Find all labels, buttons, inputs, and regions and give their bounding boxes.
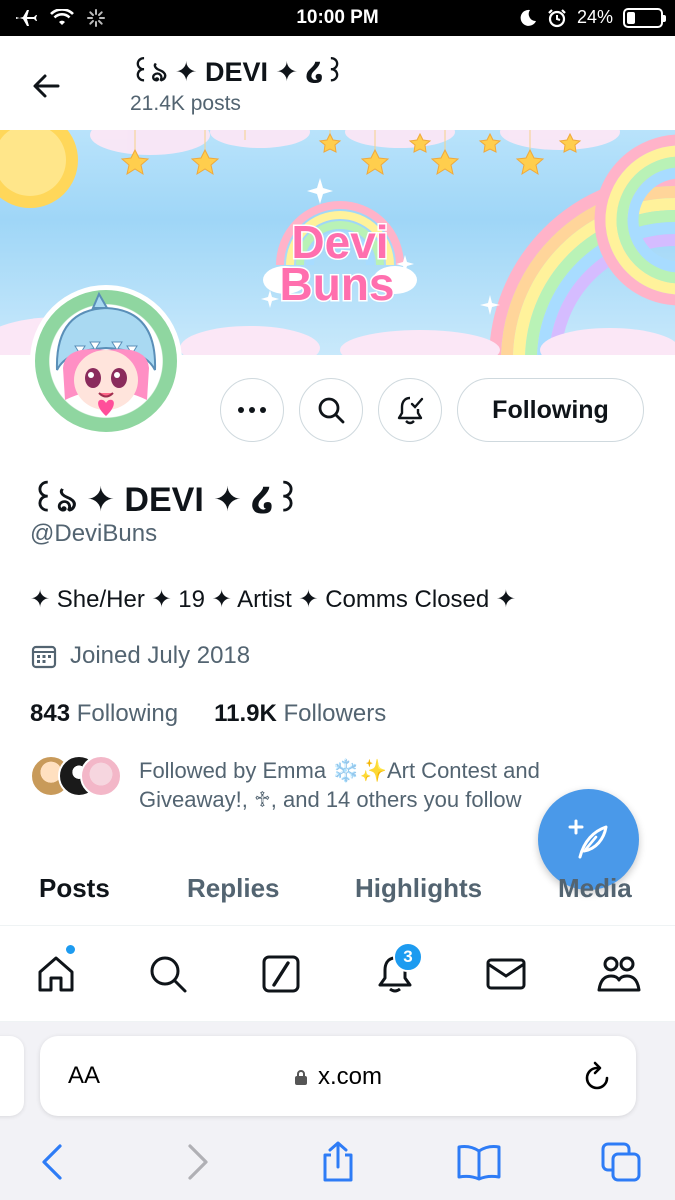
reload-icon (585, 1061, 609, 1090)
search-icon (150, 956, 187, 993)
followers-label: Followers (283, 700, 387, 727)
nav-messages[interactable] (481, 949, 531, 999)
lock-icon (294, 1070, 307, 1085)
notify-button[interactable] (378, 378, 442, 442)
followers-stat[interactable]: 11.9K Followers (214, 700, 386, 728)
tab-replies[interactable]: Replies (187, 873, 280, 904)
following-count: 843 (30, 700, 71, 727)
notifications-badge: 3 (393, 942, 423, 972)
previous-tab-peek[interactable] (0, 1036, 24, 1116)
bell-check-icon (397, 396, 424, 425)
tabs-icon (601, 1142, 641, 1182)
tabs-button[interactable] (597, 1138, 645, 1186)
tab-highlights[interactable]: Highlights (355, 873, 482, 904)
messages-icon (486, 958, 526, 990)
joined-text: Joined July 2018 (70, 642, 251, 669)
url-text: x.com (317, 1063, 382, 1090)
more-dots-icon (238, 407, 266, 413)
battery-icon (623, 7, 666, 28)
search-profile-button[interactable] (299, 378, 363, 442)
home-unread-dot (64, 943, 77, 956)
avatar-art (55, 291, 157, 416)
following-button[interactable]: Following (457, 378, 644, 442)
nav-search[interactable] (143, 949, 193, 999)
profile-handle: @DeviBuns (30, 520, 158, 547)
address-bar[interactable]: AA x.com (40, 1036, 636, 1116)
status-bar: 10:00 PM 24% (0, 0, 675, 36)
alarm-icon (548, 8, 566, 27)
safari-toolbar: AA x.com (0, 1022, 675, 1200)
joined-date: Joined July 2018 (30, 642, 250, 670)
browser-forward-button[interactable] (174, 1138, 222, 1186)
chevron-right-icon (188, 1144, 208, 1180)
reload-button[interactable] (582, 1060, 612, 1097)
profile-bio: ✦ She/Her ✦ 19 ✦ Artist ✦ Comms Closed ✦ (30, 586, 517, 613)
bottom-nav (0, 927, 675, 1022)
mutual-avatar (80, 755, 122, 797)
nav-communities[interactable] (594, 949, 644, 999)
banner-logo-line2: Buns (280, 258, 395, 310)
moon-icon (520, 9, 536, 26)
nav-grok[interactable] (256, 949, 306, 999)
followed-by[interactable]: Followed by Emma ❄️✨Art Contest and Give… (30, 755, 590, 815)
more-options-button[interactable] (220, 378, 284, 442)
url-display[interactable]: x.com (40, 1063, 636, 1091)
following-label: Following (76, 700, 179, 727)
following-stat[interactable]: 843 Following (30, 700, 178, 728)
header-name: ꒰ঌ ✦ DEVI ✦ ໒꒱ (130, 57, 346, 87)
followers-count: 11.9K (214, 700, 277, 727)
calendar-icon (31, 645, 57, 669)
chevron-left-icon (42, 1144, 62, 1180)
home-icon (38, 956, 74, 992)
profile-stats: 843 Following 11.9K Followers (30, 700, 386, 728)
profile-header: ꒰ঌ ✦ DEVI ✦ ໒꒱ 21.4K posts (0, 36, 675, 130)
feather-plus-icon (568, 819, 607, 858)
grok-icon (262, 955, 300, 993)
mutual-avatars (30, 755, 122, 799)
battery-percent: 24% (576, 7, 613, 27)
tab-media[interactable]: Media (558, 873, 632, 904)
battery-level (627, 11, 635, 24)
communities-icon (597, 956, 641, 992)
profile-avatar[interactable] (30, 285, 182, 437)
profile-tabs: Posts Replies Highlights Media (0, 858, 675, 926)
share-icon (323, 1141, 353, 1182)
back-arrow-icon (33, 74, 60, 98)
header-post-count: 21.4K posts (130, 92, 241, 115)
search-icon (318, 397, 345, 424)
followed-by-text: Followed by Emma ❄️✨Art Contest and Give… (139, 758, 540, 812)
book-icon (457, 1145, 501, 1181)
tab-posts[interactable]: Posts (39, 873, 110, 904)
bookmarks-button[interactable] (455, 1138, 503, 1186)
browser-back-button[interactable] (28, 1138, 76, 1186)
share-button[interactable] (314, 1138, 362, 1186)
nav-home[interactable] (31, 949, 81, 999)
back-button[interactable] (26, 66, 66, 106)
